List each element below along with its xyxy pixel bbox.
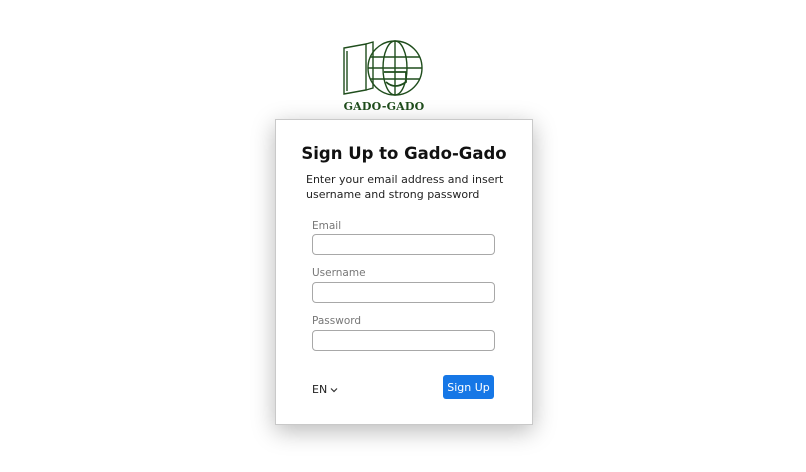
- email-input[interactable]: [312, 234, 495, 255]
- brand-name: GADO-GADO: [343, 100, 425, 113]
- globe-book-icon: [343, 40, 423, 96]
- language-value: EN: [312, 383, 328, 396]
- email-label: Email: [312, 220, 342, 232]
- chevron-down-icon: [330, 387, 338, 392]
- language-selector[interactable]: EN: [312, 383, 338, 396]
- form-title: Sign Up to Gado-Gado: [301, 144, 507, 163]
- username-input[interactable]: [312, 282, 495, 303]
- password-label: Password: [312, 315, 362, 327]
- username-label: Username: [312, 267, 366, 279]
- password-input[interactable]: [312, 330, 495, 351]
- signup-card: Sign Up to Gado-Gado Enter your email ad…: [275, 119, 533, 425]
- form-subtitle: Enter your email address and insert user…: [306, 173, 504, 201]
- signup-page: GADO-GADO Sign Up to Gado-Gado Enter you…: [0, 0, 806, 472]
- sign-up-button[interactable]: Sign Up: [443, 375, 494, 399]
- brand-logo: GADO-GADO: [340, 38, 428, 114]
